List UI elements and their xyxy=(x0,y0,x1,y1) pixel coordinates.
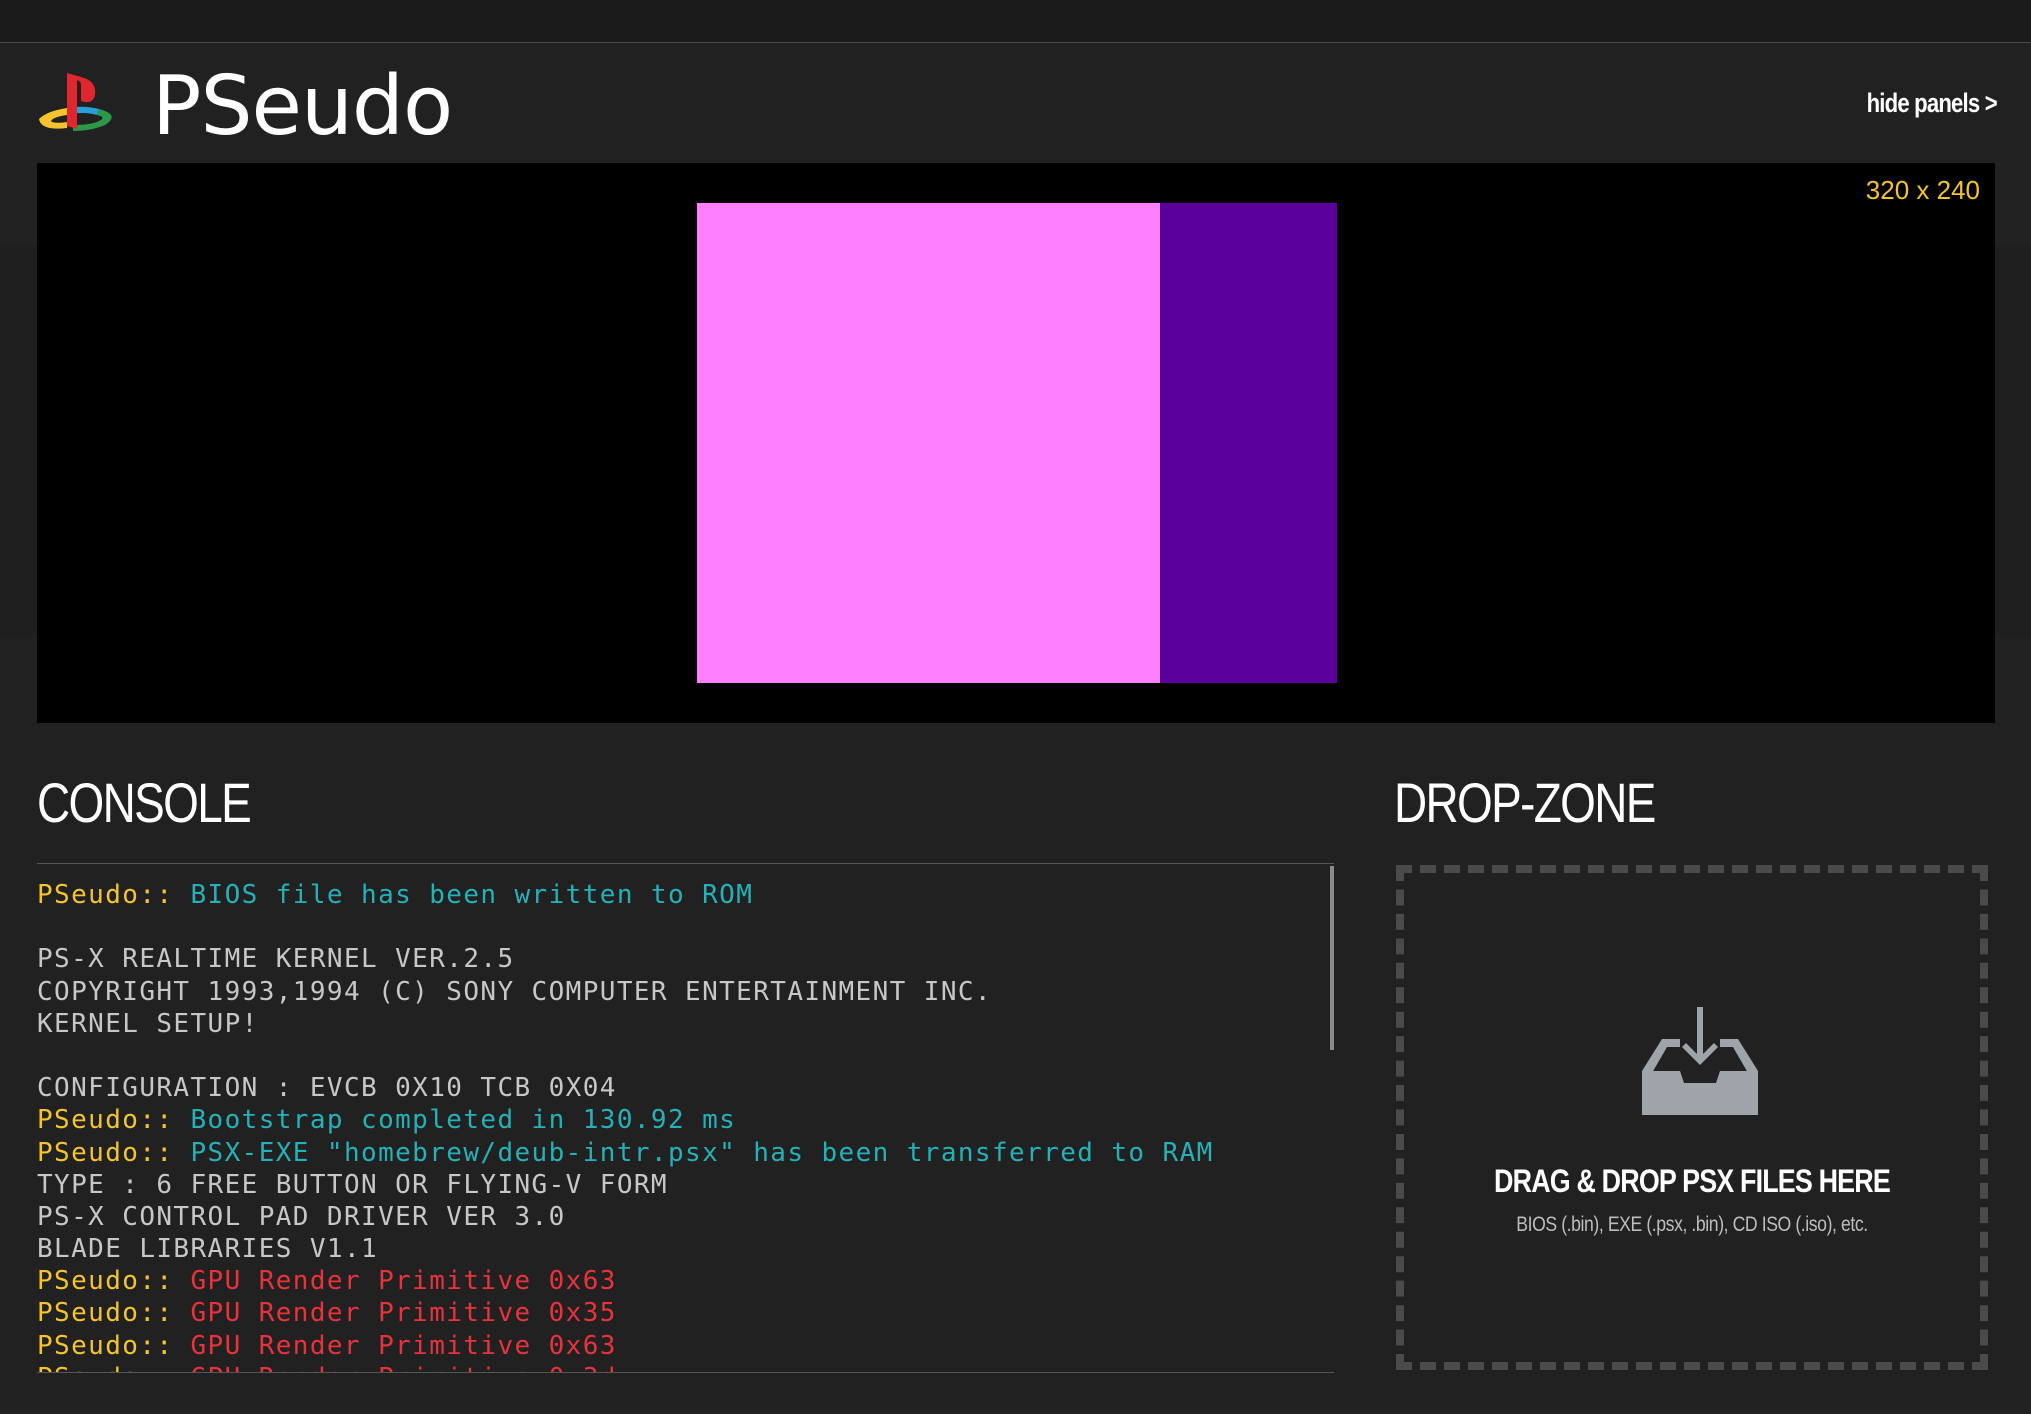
console-prefix: PSeudo:: xyxy=(37,1363,190,1372)
console-line: KERNEL SETUP! xyxy=(37,1008,1334,1040)
console-prefix: PSeudo:: xyxy=(37,880,191,910)
console-message: TYPE : 6 FREE BUTTON OR FLYING-V FORM xyxy=(37,1169,668,1200)
emulator-screen[interactable]: 320 x 240 xyxy=(37,163,1995,723)
console-scrollbar[interactable] xyxy=(1330,866,1334,1050)
console-message: GPU Render Primitive 0x63 xyxy=(190,1266,617,1297)
playstation-logo-icon xyxy=(39,73,112,131)
app-title: PSeudo xyxy=(152,59,453,154)
console-message: PSX-EXE "homebrew/deub-intr.psx" has bee… xyxy=(190,1137,1214,1168)
console-log[interactable]: PSeudo:: BIOS file has been written to R… xyxy=(37,863,1334,1373)
console-line: PSeudo:: Bootstrap completed in 130.92 m… xyxy=(37,1104,1334,1136)
console-message: BIOS file has been written to ROM xyxy=(190,880,754,910)
console-message: GPU Render Primitive 0x3d xyxy=(190,1363,616,1372)
console-message: KERNEL SETUP! xyxy=(37,1008,259,1039)
drop-zone[interactable]: DRAG & DROP PSX FILES HERE BIOS (.bin), … xyxy=(1396,865,1988,1370)
console-message: GPU Render Primitive 0x63 xyxy=(190,1330,617,1361)
dropzone-main-text: DRAG & DROP PSX FILES HERE xyxy=(1494,1163,1891,1199)
dropzone-heading: DROP-ZONE xyxy=(1394,771,1656,834)
console-line: COPYRIGHT 1993,1994 (C) SONY COMPUTER EN… xyxy=(37,976,1334,1008)
console-prefix: PSeudo:: xyxy=(37,1105,191,1136)
console-prefix: PSeudo:: xyxy=(37,1266,191,1297)
console-line: PS-X CONTROL PAD DRIVER VER 3.0 xyxy=(37,1201,1334,1233)
console-message: BLADE LIBRARIES V1.1 xyxy=(37,1234,379,1265)
console-lines: PSeudo:: BIOS file has been written to R… xyxy=(37,864,1334,1372)
console-message: GPU Render Primitive 0x35 xyxy=(190,1298,617,1329)
console-prefix: PSeudo:: xyxy=(37,1137,191,1168)
console-message: Bootstrap completed in 130.92 ms xyxy=(190,1105,737,1136)
console-line: PSeudo:: PSX-EXE "homebrew/deub-intr.psx… xyxy=(37,1137,1334,1169)
console-prefix: PSeudo:: xyxy=(37,1298,191,1329)
console-line: PSeudo:: GPU Render Primitive 0x3d xyxy=(37,1362,1334,1372)
browser-top-strip xyxy=(0,0,2031,43)
console-heading: CONSOLE xyxy=(37,771,252,834)
inbox-download-icon xyxy=(1642,1007,1758,1115)
purple-primitive xyxy=(1160,203,1337,683)
resolution-label: 320 x 240 xyxy=(1865,175,1980,205)
console-line: PSeudo:: GPU Render Primitive 0x63 xyxy=(37,1265,1334,1297)
console-message: COPYRIGHT 1993,1994 (C) SONY COMPUTER EN… xyxy=(37,976,992,1007)
pink-primitive xyxy=(697,203,1160,683)
console-message: PS-X CONTROL PAD DRIVER VER 3.0 xyxy=(37,1201,566,1232)
console-line: PSeudo:: GPU Render Primitive 0x63 xyxy=(37,1330,1334,1362)
console-line: BLADE LIBRARIES V1.1 xyxy=(37,1233,1334,1265)
app-header: PSeudo hide panels > xyxy=(37,58,1998,154)
console-line: TYPE : 6 FREE BUTTON OR FLYING-V FORM xyxy=(37,1169,1334,1201)
hide-panels-link[interactable]: hide panels > xyxy=(1867,88,1998,119)
console-line: PSeudo:: GPU Render Primitive 0x35 xyxy=(37,1297,1334,1329)
rendered-frame xyxy=(697,203,1337,683)
console-prefix: PSeudo:: xyxy=(37,1330,191,1361)
console-message: PS-X REALTIME KERNEL VER.2.5 xyxy=(37,944,515,975)
console-line: CONFIGURATION : EVCB 0X10 TCB 0X04 xyxy=(37,1072,1334,1104)
dropzone-sub-text: BIOS (.bin), EXE (.psx, .bin), CD ISO (.… xyxy=(1516,1213,1868,1236)
console-message: CONFIGURATION : EVCB 0X10 TCB 0X04 xyxy=(37,1073,617,1104)
console-line: PSeudo:: BIOS file has been written to R… xyxy=(37,879,1334,911)
console-line: PS-X REALTIME KERNEL VER.2.5 xyxy=(37,943,1334,975)
